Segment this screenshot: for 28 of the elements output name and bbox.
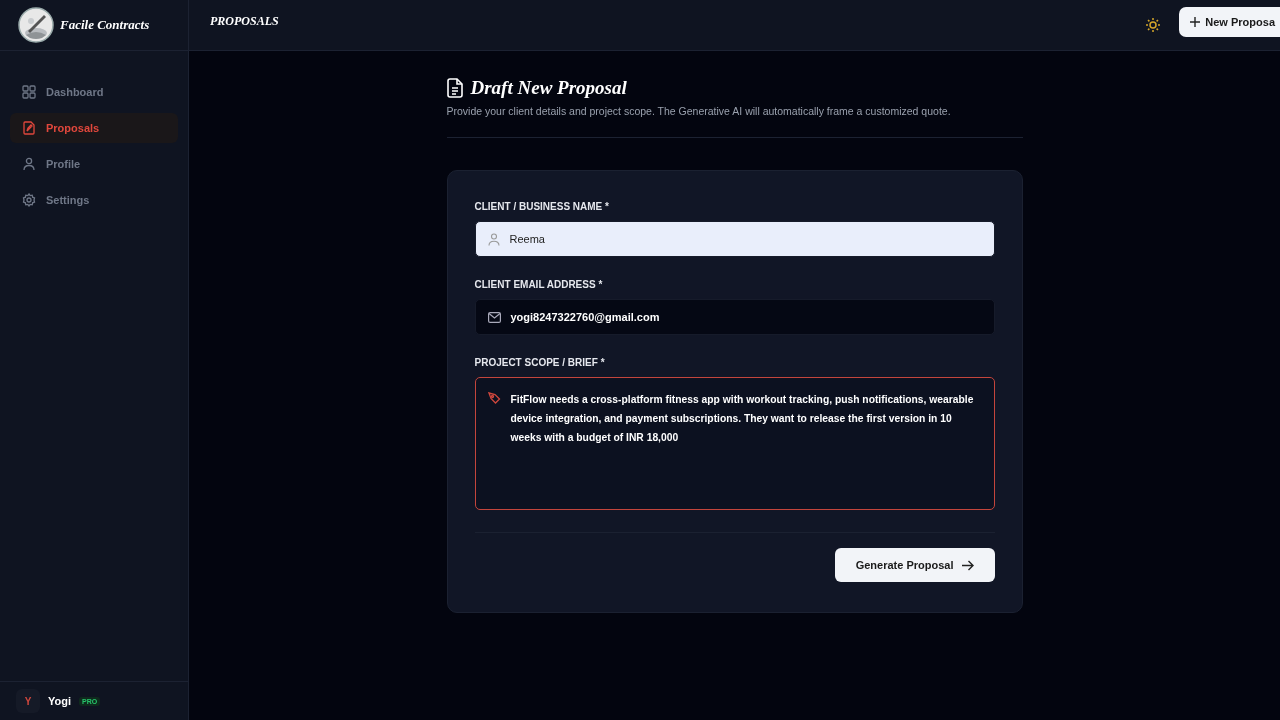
brand-name: Facile Contracts bbox=[60, 17, 150, 33]
textarea-field[interactable]: FitFlow needs a cross-platform fitness app with workout tracking, push notifications, wearable device integration, and payment subscriptions. They want to release the first version in 10 weeks with a budget of INR 18,000 bbox=[474, 377, 995, 510]
arrow-right-icon bbox=[961, 559, 974, 571]
page-title: PROPOSALS bbox=[210, 13, 279, 29]
sidebar-item[interactable]: Proposals bbox=[10, 113, 178, 143]
user-icon bbox=[22, 157, 36, 171]
user-icon bbox=[487, 232, 500, 246]
input-field[interactable]: Reema bbox=[474, 221, 995, 257]
document-edit-icon bbox=[22, 121, 36, 135]
field-label: CLIENT EMAIL ADDRESS * bbox=[474, 279, 604, 290]
settings-icon bbox=[22, 193, 36, 207]
user-avatar: Y bbox=[16, 689, 40, 713]
input-field[interactable]: yogi8247322760@gmail.com bbox=[474, 299, 995, 335]
user-name: Yogi bbox=[48, 695, 71, 707]
form-subtitle: Provide your client details and project scope. The Generative AI will automatically frame a customized quote. bbox=[446, 105, 952, 117]
sun-icon[interactable] bbox=[1145, 17, 1162, 33]
field-label: PROJECT SCOPE / BRIEF * bbox=[474, 357, 606, 368]
plus-icon bbox=[1190, 17, 1201, 27]
document-icon bbox=[446, 78, 463, 98]
new-proposal-button[interactable]: New Proposa bbox=[1179, 7, 1280, 37]
sidebar-item[interactable]: Settings bbox=[10, 185, 178, 215]
form-title: Draft New Proposal bbox=[470, 77, 627, 99]
grid-icon bbox=[22, 85, 36, 99]
generate-proposal-button[interactable]: Generate Proposal bbox=[834, 548, 995, 582]
sidebar-item[interactable]: Dashboard bbox=[10, 77, 178, 107]
sidebar-item[interactable]: Profile bbox=[10, 149, 178, 179]
field-label: CLIENT / BUSINESS NAME * bbox=[474, 201, 610, 212]
mail-icon bbox=[487, 311, 501, 323]
